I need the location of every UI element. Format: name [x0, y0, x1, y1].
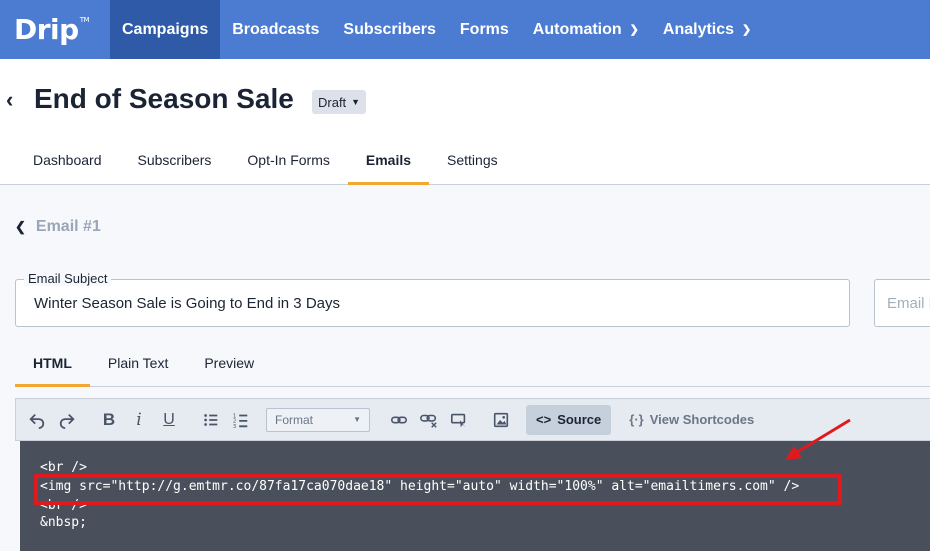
- format-select-label: Format: [275, 412, 314, 427]
- chevron-down-icon: ▼: [353, 415, 361, 424]
- view-shortcodes-label: View Shortcodes: [649, 412, 755, 427]
- email-subject-field[interactable]: Email Subject Winter Season Sale is Goin…: [15, 271, 850, 327]
- nav-automation[interactable]: Automation ❯: [521, 0, 651, 59]
- status-dropdown[interactable]: Draft ▼: [312, 90, 367, 114]
- link-target-icon[interactable]: [444, 405, 474, 435]
- nav-automation-label: Automation: [532, 20, 622, 38]
- nav-subscribers-label: Subscribers: [343, 20, 436, 38]
- numbered-list-icon[interactable]: 123: [226, 405, 256, 435]
- back-chevron-icon: ❮: [15, 219, 26, 234]
- email-back-link[interactable]: ❮ Email #1: [15, 218, 101, 236]
- nav-broadcasts[interactable]: Broadcasts: [220, 0, 331, 59]
- from-name-field[interactable]: Email F: [874, 279, 930, 327]
- nav-forms-label: Forms: [459, 20, 509, 38]
- nav-campaigns-label: Campaigns: [122, 20, 209, 38]
- code-line: <br />: [40, 460, 87, 475]
- tab-opt-in-forms[interactable]: Opt-In Forms: [229, 142, 347, 185]
- tab-preview[interactable]: Preview: [186, 340, 272, 387]
- nav-broadcasts-label: Broadcasts: [232, 20, 320, 38]
- email-subject-label: Email Subject: [24, 271, 112, 286]
- code-line: &nbsp;: [40, 515, 87, 530]
- shortcode-icon: {·}: [629, 412, 644, 427]
- nav-analytics[interactable]: Analytics ❯: [651, 0, 763, 59]
- chevron-down-icon: ❯: [742, 24, 752, 36]
- campaign-tabs: Dashboard Subscribers Opt-In Forms Email…: [15, 142, 516, 185]
- redo-icon[interactable]: [52, 405, 82, 435]
- tab-subscribers[interactable]: Subscribers: [120, 142, 230, 185]
- tab-plain-text[interactable]: Plain Text: [90, 340, 186, 387]
- tab-dashboard[interactable]: Dashboard: [15, 142, 120, 185]
- italic-icon[interactable]: i: [124, 405, 154, 435]
- nav-analytics-label: Analytics: [662, 20, 735, 38]
- page-title: End of Season Sale: [34, 83, 294, 114]
- top-nav: Drip TM Campaigns Broadcasts Subscribers …: [0, 0, 930, 59]
- logo-tm: TM: [79, 15, 90, 24]
- format-select[interactable]: Format ▼: [266, 407, 370, 432]
- status-label: Draft: [318, 94, 347, 110]
- bold-icon[interactable]: B: [94, 405, 124, 435]
- tab-settings[interactable]: Settings: [429, 142, 516, 185]
- unlink-icon[interactable]: [414, 405, 444, 435]
- source-label: Source: [557, 412, 602, 427]
- undo-icon[interactable]: [22, 405, 52, 435]
- nav-subscribers[interactable]: Subscribers: [331, 0, 447, 59]
- highlight-box: [34, 474, 842, 505]
- link-icon[interactable]: [384, 405, 414, 435]
- underline-icon[interactable]: U: [154, 405, 184, 435]
- bullet-list-icon[interactable]: [196, 405, 226, 435]
- image-icon[interactable]: [486, 405, 516, 435]
- nav-forms[interactable]: Forms: [448, 0, 521, 59]
- campaign-header: ‹ End of Season Sale Draft ▼ Dashboard S…: [0, 59, 930, 185]
- back-chevron-icon[interactable]: ‹: [6, 87, 13, 113]
- email-back-label: Email #1: [35, 218, 101, 235]
- from-name-placeholder: Email F: [887, 295, 930, 312]
- editor-tabs: HTML Plain Text Preview: [15, 340, 930, 387]
- nav-campaigns[interactable]: Campaigns: [110, 0, 221, 59]
- code-icon: <>: [536, 412, 552, 427]
- logo-text: Drip: [14, 13, 79, 46]
- chevron-down-icon: ❯: [629, 24, 639, 36]
- source-button[interactable]: <> Source: [526, 404, 612, 435]
- tab-html[interactable]: HTML: [15, 340, 90, 387]
- chevron-down-icon: ▼: [351, 97, 361, 107]
- view-shortcodes-button[interactable]: {·} View Shortcodes: [623, 405, 760, 435]
- annotation-arrow-icon: [785, 418, 851, 460]
- tab-emails[interactable]: Emails: [347, 142, 430, 185]
- svg-text:3: 3: [233, 424, 236, 429]
- drip-logo[interactable]: Drip TM: [0, 0, 110, 59]
- email-subject-value: Winter Season Sale is Going to End in 3 …: [34, 295, 340, 312]
